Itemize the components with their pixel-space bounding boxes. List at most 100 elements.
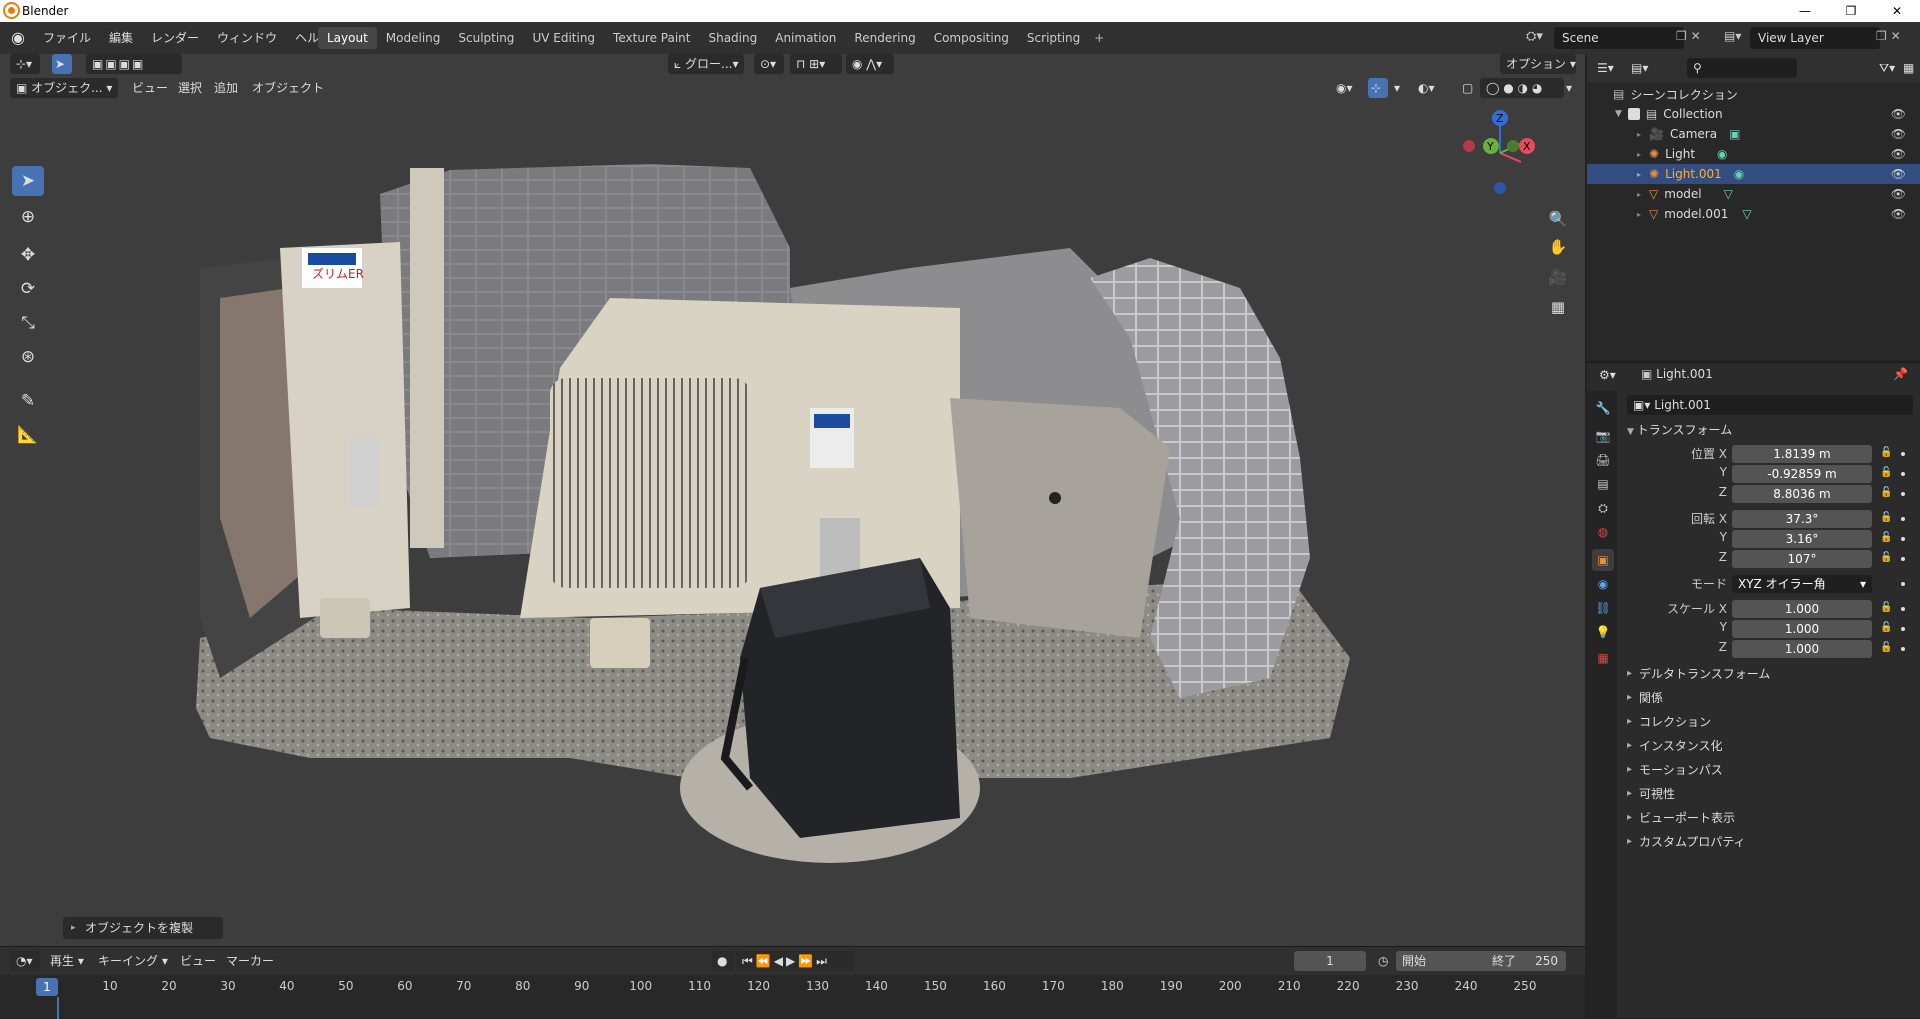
expand-arrow-icon[interactable]: ▸ bbox=[1637, 190, 1641, 199]
keyframe-dot-icon[interactable] bbox=[1901, 627, 1905, 631]
collections-panel[interactable]: コレクション bbox=[1617, 711, 1920, 733]
tab-scripting[interactable]: Scripting bbox=[1018, 27, 1089, 49]
lock-icon[interactable]: 🔓 bbox=[1880, 622, 1892, 634]
expand-arrow-icon[interactable]: ▸ bbox=[1637, 170, 1641, 179]
object-tab-icon[interactable]: ▣ bbox=[1592, 549, 1614, 571]
outliner-item-model[interactable]: ▸ ▽ model ▽ 👁 bbox=[1587, 184, 1920, 204]
scale-z-field[interactable]: 1.000 bbox=[1732, 640, 1872, 658]
keyframe-dot-icon[interactable] bbox=[1901, 492, 1905, 496]
location-z-field[interactable]: 8.8036 m bbox=[1732, 485, 1872, 503]
view-layer-icon[interactable]: ▤▾ bbox=[1724, 29, 1741, 43]
zoom-icon[interactable]: 🔍 bbox=[1545, 206, 1571, 232]
delta-transform-panel[interactable]: デルタトランスフォーム bbox=[1617, 663, 1920, 685]
properties-editor[interactable]: ⚙▾ ▣ Light.001 📌 🔧 📷 🖨 ▤ ⛭ ◍ ▣ ◉ ⛓ 💡 ▦ ▣… bbox=[1587, 362, 1920, 1018]
maximize-button[interactable]: ❐ bbox=[1828, 0, 1874, 22]
relations-panel[interactable]: 関係 bbox=[1617, 687, 1920, 709]
instancing-panel[interactable]: インスタンス化 bbox=[1617, 735, 1920, 757]
outliner-item-model-001[interactable]: ▸ ▽ model.001 ▽ 👁 bbox=[1587, 204, 1920, 224]
marker-menu[interactable]: マーカー bbox=[220, 951, 280, 971]
close-button[interactable]: ✕ bbox=[1874, 0, 1920, 22]
rotation-x-field[interactable]: 37.3° bbox=[1732, 510, 1872, 528]
rotation-y-field[interactable]: 3.16° bbox=[1732, 530, 1872, 548]
properties-editor-type[interactable]: ⚙▾ bbox=[1593, 365, 1622, 385]
editor-type-button[interactable]: ⊹▾ bbox=[10, 54, 40, 74]
tab-rendering[interactable]: Rendering bbox=[845, 27, 924, 49]
visibility-eye-icon[interactable]: 👁 bbox=[1891, 167, 1906, 181]
scale-y-field[interactable]: 1.000 bbox=[1732, 620, 1872, 638]
keyframe-dot-icon[interactable] bbox=[1901, 452, 1905, 456]
outliner-editor-type[interactable]: ☰▾ bbox=[1591, 58, 1620, 78]
minimize-button[interactable]: — bbox=[1782, 0, 1828, 22]
view-layer-tab-icon[interactable]: ▤ bbox=[1592, 473, 1614, 495]
keyframe-dot-icon[interactable] bbox=[1901, 472, 1905, 476]
tab-modeling[interactable]: Modeling bbox=[377, 27, 450, 49]
playhead[interactable] bbox=[57, 997, 59, 1019]
tab-uv-editing[interactable]: UV Editing bbox=[523, 27, 604, 49]
scene-collection-row[interactable]: ▤ シーンコレクション bbox=[1587, 84, 1920, 104]
view-layer-selector[interactable]: View Layer bbox=[1750, 27, 1880, 49]
world-tab-icon[interactable]: ◍ bbox=[1592, 521, 1614, 543]
navigation-gizmo[interactable]: Z Y X bbox=[1455, 108, 1545, 198]
proportional-editing[interactable]: ◉ ⋀▾ bbox=[846, 54, 894, 74]
visibility-eye-icon[interactable]: 👁 bbox=[1891, 147, 1906, 161]
visibility-eye-icon[interactable]: 👁 bbox=[1891, 107, 1906, 121]
pin-icon[interactable]: 📌 bbox=[1893, 367, 1908, 381]
outliner-item-light[interactable]: ▸ ✺ Light ◉ 👁 bbox=[1587, 144, 1920, 164]
outliner-item-camera[interactable]: ▸ 🎥 Camera ▣ 👁 bbox=[1587, 124, 1920, 144]
current-frame-marker[interactable]: 1 bbox=[36, 978, 58, 996]
menu-edit[interactable]: 編集 bbox=[100, 27, 142, 49]
lock-icon[interactable]: 🔓 bbox=[1880, 602, 1892, 614]
visibility-panel[interactable]: 可視性 bbox=[1617, 783, 1920, 805]
scale-tool-icon[interactable]: ⤡ bbox=[12, 308, 44, 338]
expand-arrow-icon[interactable]: ▸ bbox=[1637, 150, 1641, 159]
keying-menu[interactable]: キーイング ▾ bbox=[92, 951, 174, 971]
menu-file[interactable]: ファイル bbox=[34, 27, 100, 49]
light-data-tab-icon[interactable]: 💡 bbox=[1592, 621, 1614, 643]
light-data-icon[interactable]: ◉ bbox=[1717, 147, 1727, 161]
new-collection-icon[interactable]: ▦ bbox=[1897, 58, 1920, 78]
xray-icon[interactable]: ▢ bbox=[1456, 78, 1479, 98]
timeline-editor-type[interactable]: ◔▾ bbox=[10, 951, 40, 971]
mode-dropdown[interactable]: ▣ オブジェク... ▾ bbox=[10, 78, 118, 98]
scene-tab-icon[interactable]: ⛭ bbox=[1592, 497, 1614, 519]
tab-texture-paint[interactable]: Texture Paint bbox=[604, 27, 699, 49]
menu-select[interactable]: 選択 bbox=[172, 78, 208, 98]
viewport-display-panel[interactable]: ビューポート表示 bbox=[1617, 807, 1920, 829]
playback-controls[interactable]: ⏮⏪◀▶⏩⏭ bbox=[736, 951, 854, 971]
move-tool-icon[interactable]: ✥ bbox=[12, 240, 44, 270]
rotation-z-field[interactable]: 107° bbox=[1732, 550, 1872, 568]
blender-menu-icon[interactable]: ◉ bbox=[8, 28, 28, 48]
outliner-item-light-001[interactable]: ▸ ✺ Light.001 ◉ 👁 bbox=[1587, 164, 1920, 184]
keyframe-dot-icon[interactable] bbox=[1901, 517, 1905, 521]
display-mode-dropdown[interactable]: ▤▾ bbox=[1625, 58, 1654, 78]
texture-tab-icon[interactable]: ▦ bbox=[1592, 647, 1614, 669]
keyframe-dot-icon[interactable] bbox=[1901, 647, 1905, 651]
expand-arrow-icon[interactable]: ▼ bbox=[1615, 109, 1622, 119]
end-frame-field[interactable]: 終了 250 bbox=[1486, 951, 1566, 971]
measure-tool-icon[interactable]: 📐 bbox=[12, 420, 44, 450]
scene-selector[interactable]: Scene bbox=[1554, 27, 1684, 49]
clock-icon[interactable]: ◷ bbox=[1372, 951, 1394, 971]
view-menu[interactable]: ビュー bbox=[174, 951, 222, 971]
menu-object[interactable]: オブジェクト bbox=[246, 78, 330, 98]
transform-panel-header[interactable]: ▼ トランスフォーム bbox=[1627, 421, 1732, 441]
object-name-field[interactable]: ▣▾ Light.001 bbox=[1627, 395, 1913, 415]
menu-view[interactable]: ビュー bbox=[126, 78, 174, 98]
rotate-tool-icon[interactable]: ⟳ bbox=[12, 274, 44, 304]
location-y-field[interactable]: -0.92859 m bbox=[1732, 465, 1872, 483]
pan-hand-icon[interactable]: ✋ bbox=[1545, 234, 1571, 260]
tab-shading[interactable]: Shading bbox=[699, 27, 766, 49]
lock-icon[interactable]: 🔓 bbox=[1880, 642, 1892, 654]
visibility-icon[interactable]: ◉▾ bbox=[1330, 78, 1359, 98]
shading-dropdown[interactable]: ▾ bbox=[1560, 78, 1578, 98]
scene-type-icon[interactable]: ⛭▾ bbox=[1526, 29, 1543, 44]
gizmo-toggle-icon[interactable]: ⊹ bbox=[1368, 78, 1388, 98]
menu-add[interactable]: 追加 bbox=[208, 78, 244, 98]
tab-layout[interactable]: Layout bbox=[318, 27, 377, 49]
select-box-tool-icon[interactable]: ➤ bbox=[12, 166, 44, 196]
last-operator-panel[interactable]: ▸ オブジェクトを複製 bbox=[63, 917, 223, 939]
timeline[interactable]: ◔▾ 再生 ▾ キーイング ▾ ビュー マーカー ● ⏮⏪◀▶⏩⏭ 1 ◷ 開始… bbox=[0, 946, 1585, 1019]
current-frame-field[interactable]: 1 bbox=[1294, 951, 1366, 971]
add-workspace-button[interactable]: + bbox=[1089, 27, 1109, 49]
playback-menu[interactable]: 再生 ▾ bbox=[44, 951, 90, 971]
